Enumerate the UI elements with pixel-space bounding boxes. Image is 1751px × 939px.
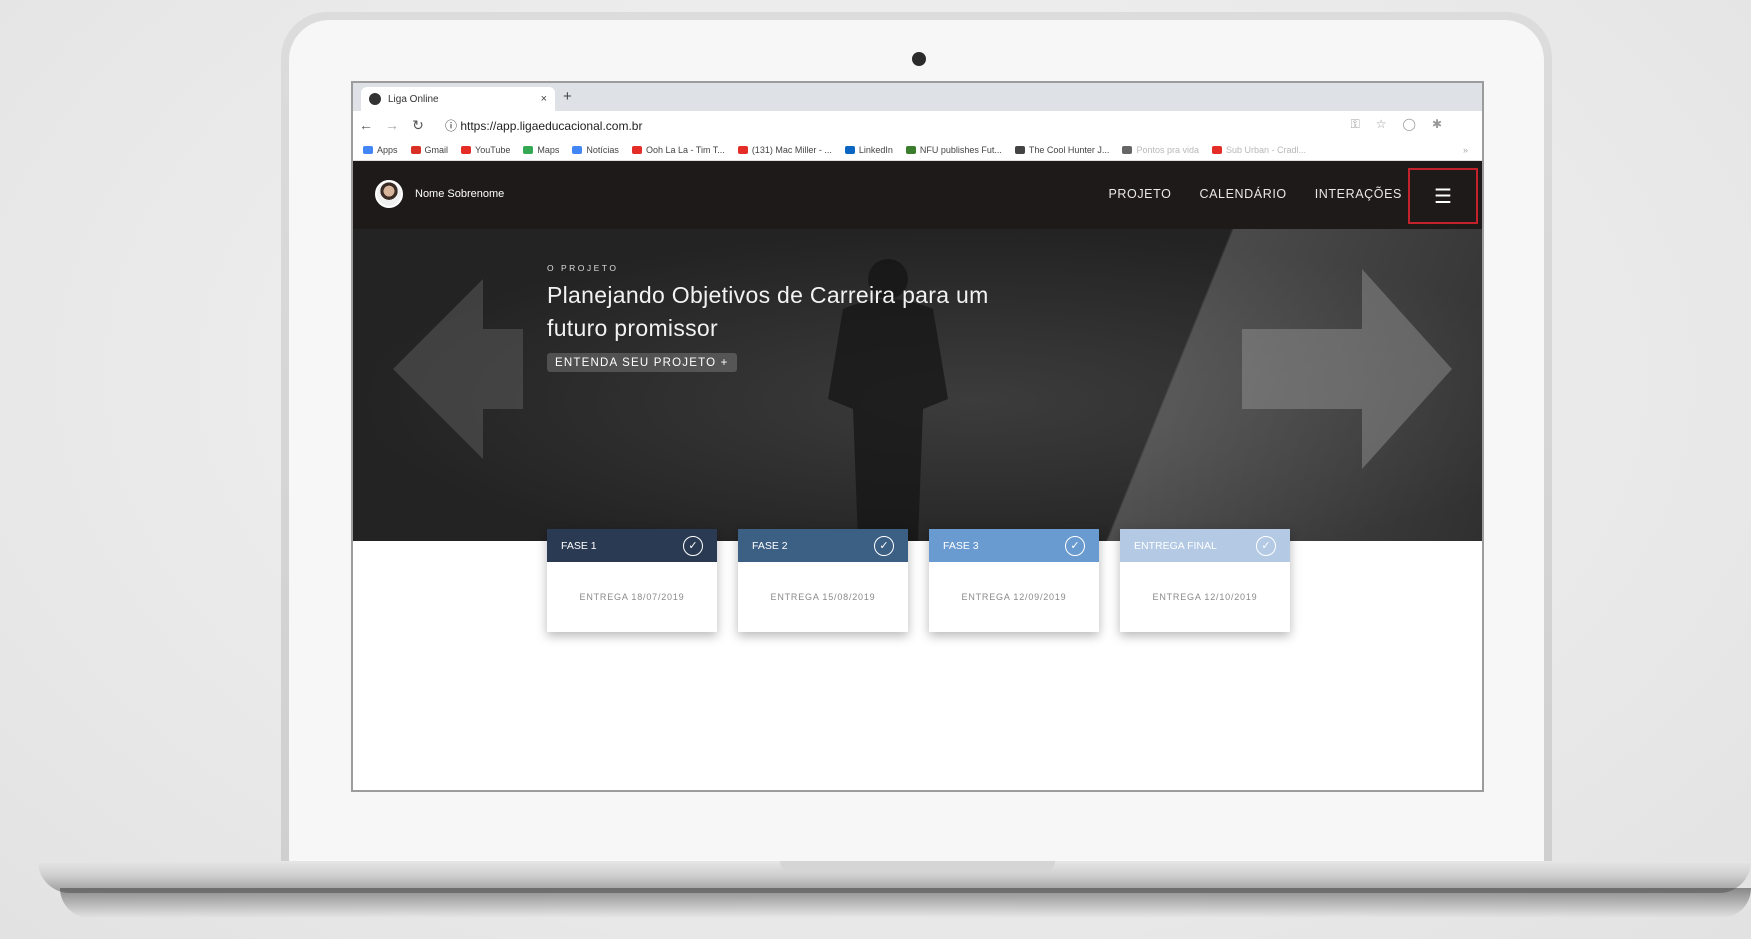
bookmark-icon (410, 145, 421, 154)
bookmark-label: Maps (537, 144, 560, 155)
bookmark-label: LinkedIn (858, 144, 893, 155)
bookmark-item[interactable]: Gmail (410, 144, 449, 155)
laptop-screen: Liga Online × + ← → ↻ ⓘ https://app.liga… (351, 81, 1484, 792)
bookmark-item[interactable]: Pontos pra vida (1122, 145, 1199, 155)
main-menu: PROJETO CALENDÁRIO INTERAÇÕES (1108, 187, 1402, 201)
phase-date: ENTREGA 12/10/2019 (1152, 592, 1258, 602)
forward-arrow-icon[interactable]: → (379, 117, 405, 133)
bookmark-label: Apps (377, 144, 398, 155)
bookmark-label: YouTube (475, 144, 511, 155)
bookmark-item[interactable]: (131) Mac Miller - ... (737, 144, 832, 155)
chalk-arrow-left-icon (393, 279, 523, 459)
phase-label: FASE 1 (561, 539, 597, 552)
bookmark-item[interactable]: YouTube (461, 145, 510, 155)
bookmarks-overflow-button[interactable]: » (1463, 145, 1468, 155)
phase-date: ENTREGA 18/07/2019 (579, 592, 685, 602)
menu-item-interacoes[interactable]: INTERAÇÕES (1315, 187, 1402, 201)
browser-toolbar: ← → ↻ ⓘ https://app.ligaeducacional.com.… (353, 111, 1482, 139)
star-icon[interactable]: ☆ (1376, 117, 1387, 132)
back-arrow-icon[interactable]: ← (353, 117, 379, 133)
bookmark-item[interactable]: The Cool Hunter J... (1014, 144, 1110, 155)
phase-card[interactable]: ENTREGA FINAL ✓ ENTREGA 12/10/2019 (1120, 529, 1290, 632)
check-circle-icon: ✓ (683, 535, 703, 556)
phase-label: ENTREGA FINAL (1134, 539, 1217, 552)
bookmark-item[interactable]: LinkedIn (844, 144, 893, 155)
hero-banner: O PROJETO Planejando Objetivos de Carrei… (353, 229, 1482, 541)
phase-card[interactable]: FASE 3 ✓ ENTREGA 12/09/2019 (929, 529, 1099, 632)
check-circle-icon: ✓ (874, 535, 894, 556)
bookmark-label: (131) Mac Miller - ... (751, 144, 832, 155)
bookmark-icon (572, 145, 583, 154)
hamburger-menu-button[interactable]: ☰ (1408, 168, 1478, 224)
bookmark-item[interactable]: Maps (523, 145, 559, 155)
info-icon: ⓘ (445, 118, 461, 133)
chalk-arrow-right-icon (1242, 269, 1452, 469)
phase-card[interactable]: FASE 2 ✓ ENTREGA 15/08/2019 (738, 529, 908, 632)
bookmark-label: The Cool Hunter J... (1028, 144, 1110, 155)
check-circle-icon: ✓ (1256, 535, 1276, 556)
bookmark-label: Sub Urban - Cradl... (1225, 144, 1307, 155)
bookmark-icon (737, 145, 748, 154)
new-tab-button[interactable]: + (563, 88, 572, 105)
phase-cards: FASE 1 ✓ ENTREGA 18/07/2019 FASE 2 ✓ ENTREGA … (547, 529, 1290, 632)
phase-label: FASE 3 (943, 539, 979, 552)
bookmark-icon (1122, 145, 1133, 154)
bookmark-icon (1211, 145, 1222, 154)
menu-item-calendario[interactable]: CALENDÁRIO (1199, 187, 1286, 201)
bookmark-label: Pontos pra vida (1136, 144, 1199, 155)
bookmark-icon (905, 145, 916, 154)
extension-icon[interactable]: ✱ (1432, 117, 1442, 132)
laptop-mockup: Liga Online × + ← → ↻ ⓘ https://app.liga… (0, 0, 1751, 939)
bookmark-label: Ooh La La - Tim T... (645, 144, 725, 155)
bookmark-label: Notícias (586, 144, 619, 155)
hamburger-icon: ☰ (1434, 185, 1452, 208)
phase-card-header: ENTREGA FINAL ✓ (1120, 529, 1290, 562)
toolbar-actions: ⚿ ☆ ◯ ✱ (1351, 117, 1442, 132)
bookmarks-bar: Apps Gmail YouTube Maps Notícias Ooh La La - … (353, 139, 1482, 161)
address-url: https://app.ligaeducacional.com.br (460, 118, 643, 133)
reload-icon[interactable]: ↻ (405, 117, 431, 134)
hero-eyebrow: O PROJETO (547, 263, 619, 273)
bookmark-icon (631, 145, 642, 154)
phase-card-header: FASE 2 ✓ (738, 529, 908, 562)
bookmark-item[interactable]: Notícias (572, 145, 619, 155)
avatar[interactable] (375, 180, 403, 208)
phase-label: FASE 2 (752, 539, 788, 552)
browser-tab-bar: Liga Online × + (353, 83, 1482, 111)
profile-icon[interactable]: ◯ (1403, 117, 1416, 132)
bookmark-label: Gmail (424, 144, 449, 155)
bookmark-item[interactable]: Sub Urban - Cradl... (1211, 144, 1307, 155)
bookmark-icon (1014, 145, 1025, 154)
address-bar[interactable]: ⓘ https://app.ligaeducacional.com.br (445, 117, 642, 134)
camera-icon (912, 52, 926, 66)
phase-card-header: FASE 3 ✓ (929, 529, 1099, 562)
user-name[interactable]: Nome Sobrenome (415, 188, 504, 200)
key-icon[interactable]: ⚿ (1351, 117, 1360, 132)
phase-date: ENTREGA 12/09/2019 (961, 592, 1067, 602)
favicon-icon (369, 93, 381, 105)
hero-cta-button[interactable]: ENTENDA SEU PROJETO + (547, 353, 737, 372)
bookmark-icon (523, 145, 534, 154)
bookmark-icon (363, 145, 373, 154)
phase-date: ENTREGA 15/08/2019 (770, 592, 876, 602)
bookmark-icon (461, 145, 472, 154)
hero-title: Planejando Objetivos de Carreira para um… (547, 282, 989, 341)
tab-close-icon[interactable]: × (541, 93, 547, 105)
bookmark-item[interactable]: Apps (363, 145, 398, 155)
phase-card-header: FASE 1 ✓ (547, 529, 717, 562)
hero-cta-label: ENTENDA SEU PROJETO + (555, 356, 729, 369)
bookmark-icon (844, 145, 855, 154)
laptop-shadow (60, 888, 1751, 918)
bookmark-item[interactable]: NFU publishes Fut... (905, 144, 1002, 155)
tab-title: Liga Online (388, 93, 439, 105)
check-circle-icon: ✓ (1065, 535, 1085, 556)
laptop-notch (780, 861, 1055, 873)
browser-tab[interactable]: Liga Online × (361, 87, 555, 111)
menu-item-projeto[interactable]: PROJETO (1108, 187, 1171, 201)
bookmark-label: NFU publishes Fut... (919, 144, 1002, 155)
phase-card[interactable]: FASE 1 ✓ ENTREGA 18/07/2019 (547, 529, 717, 632)
app-header: Nome Sobrenome PROJETO CALENDÁRIO INTERA… (353, 161, 1482, 229)
bookmark-item[interactable]: Ooh La La - Tim T... (631, 144, 725, 155)
